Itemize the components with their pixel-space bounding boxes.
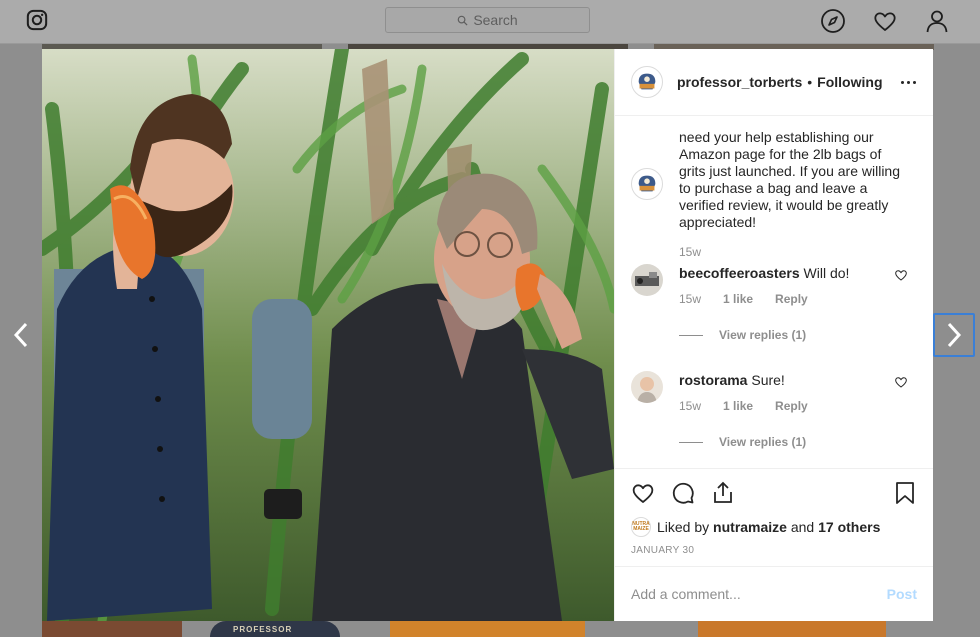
like-comment-heart-icon[interactable] — [894, 268, 908, 282]
previous-post-button[interactable] — [0, 313, 42, 357]
comment-likes[interactable]: 1 like — [723, 399, 753, 413]
compass-icon[interactable] — [820, 8, 846, 34]
more-options-button[interactable] — [901, 80, 917, 84]
view-replies-label: View replies (1) — [719, 435, 807, 449]
feed-tile-peek-text: PROFESSOR — [233, 625, 293, 634]
search-icon — [458, 15, 468, 26]
chevron-right-icon — [947, 322, 962, 348]
like-heart-icon[interactable] — [631, 481, 655, 505]
post-sidebar: professor_torberts • Following need your… — [614, 49, 933, 621]
top-nav-bar: Search — [0, 0, 980, 44]
liked-by-others-link[interactable]: 17 others — [818, 519, 880, 535]
commenter-username[interactable]: beecoffeeroasters — [679, 265, 800, 281]
comment-body: Sure! — [751, 372, 785, 388]
instagram-logo-icon[interactable] — [26, 9, 48, 31]
comment-body: Will do! — [803, 265, 850, 281]
comment-likes[interactable]: 1 like — [723, 292, 753, 306]
view-replies-button[interactable]: View replies (1) — [679, 328, 806, 342]
post-caption: need your help establishing our Amazon p… — [631, 129, 900, 259]
post-comment-button[interactable]: Post — [887, 586, 917, 602]
replies-divider — [679, 334, 703, 336]
post-actions: NUTRA MAIZE Liked by nutramaize and 17 o… — [615, 468, 933, 621]
comments-list[interactable]: need your help establishing our Amazon p… — [615, 116, 933, 468]
commenter-avatar[interactable] — [631, 371, 663, 403]
caption-text: need your help establishing our Amazon p… — [679, 129, 900, 230]
author-avatar[interactable] — [631, 66, 663, 98]
author-username[interactable]: professor_torberts — [677, 74, 802, 90]
separator-dot: • — [807, 74, 813, 90]
comment-text: rostorama Sure! — [679, 371, 785, 389]
view-replies-label: View replies (1) — [719, 328, 807, 342]
post-photo[interactable] — [42, 49, 614, 621]
chevron-left-icon — [13, 322, 28, 348]
following-button[interactable]: Following — [817, 74, 882, 90]
comment-bubble-icon[interactable] — [671, 481, 695, 505]
professor-torberts-logo-icon — [638, 175, 656, 192]
next-post-button[interactable] — [933, 313, 975, 357]
more-dots-icon — [901, 80, 904, 84]
comment-input[interactable] — [631, 586, 887, 602]
comment-text: beecoffeeroasters Will do! — [679, 264, 849, 282]
view-replies-button[interactable]: View replies (1) — [679, 435, 806, 449]
add-comment-bar: Post — [615, 566, 933, 621]
liked-by-summary: NUTRA MAIZE Liked by nutramaize and 17 o… — [631, 517, 880, 537]
commenter-avatar[interactable] — [631, 264, 663, 296]
caption-timestamp[interactable]: 15w — [679, 245, 701, 259]
photo-illustration — [42, 49, 614, 621]
comment-meta: 15w 1 like Reply — [679, 399, 808, 413]
feed-tile-peek — [390, 621, 585, 637]
reply-button[interactable]: Reply — [775, 399, 808, 413]
commenter-username[interactable]: rostorama — [679, 372, 747, 388]
comment-meta: 15w 1 like Reply — [679, 292, 808, 306]
liked-by-and: and — [790, 519, 815, 535]
liked-by-user[interactable]: nutramaize — [713, 519, 787, 535]
like-comment-heart-icon[interactable] — [894, 375, 908, 389]
post-header: professor_torberts • Following — [615, 49, 933, 116]
liked-by-prefix: Liked by — [657, 519, 710, 535]
profile-icon[interactable] — [924, 8, 950, 34]
bookmark-icon[interactable] — [893, 481, 917, 505]
post-modal: professor_torberts • Following need your… — [42, 49, 933, 621]
feed-tile-peek — [42, 621, 182, 637]
heart-icon[interactable] — [872, 8, 898, 34]
search-placeholder: Search — [473, 12, 518, 28]
comment-time[interactable]: 15w — [679, 292, 701, 306]
reply-button[interactable]: Reply — [775, 292, 808, 306]
feed-tile-peek — [698, 621, 886, 637]
share-icon[interactable] — [711, 481, 735, 505]
comment-time[interactable]: 15w — [679, 399, 701, 413]
caption-avatar[interactable] — [631, 168, 663, 200]
post-date[interactable]: JANUARY 30 — [631, 545, 694, 556]
search-input[interactable]: Search — [385, 7, 590, 33]
liker-avatar[interactable]: NUTRA MAIZE — [631, 517, 651, 537]
professor-torberts-logo-icon — [638, 73, 656, 90]
replies-divider — [679, 441, 703, 443]
